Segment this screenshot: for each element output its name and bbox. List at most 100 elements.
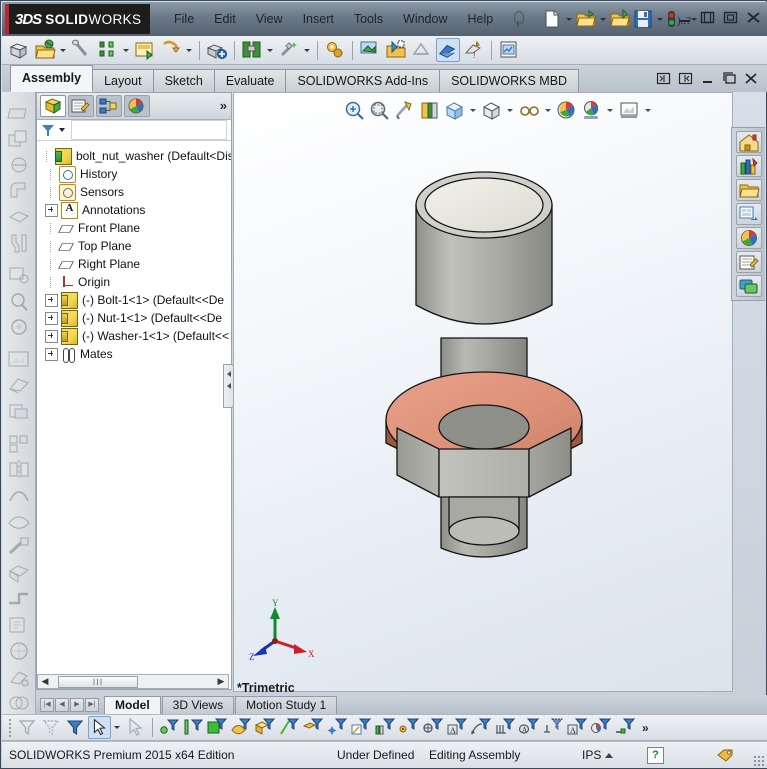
document-restore-left-button[interactable] (655, 71, 672, 86)
zoom-to-area-icon[interactable] (368, 99, 391, 122)
tag-icon[interactable] (716, 747, 735, 763)
hide-show-items-dropdown-icon[interactable] (543, 99, 553, 122)
new-document-dropdown-icon[interactable] (564, 8, 574, 30)
filter-midpoints-icon[interactable] (398, 716, 421, 739)
mold-tool-icon[interactable] (6, 561, 32, 586)
reference-geometry-icon[interactable] (240, 38, 264, 62)
feature-manager-design-tree-tab[interactable] (40, 95, 66, 117)
open-document-dropdown-icon[interactable] (598, 8, 608, 30)
bottom-tab-model[interactable]: Model (104, 695, 161, 714)
filter-edges-icon[interactable] (182, 716, 205, 739)
save-icon[interactable] (632, 8, 654, 30)
filter-centerlines-icon[interactable]: A (446, 716, 469, 739)
filter-notes-icon[interactable]: A (566, 716, 589, 739)
surface-tool-icon[interactable] (6, 509, 32, 534)
open-recent-icon[interactable] (609, 8, 631, 30)
menu-help[interactable]: Help (458, 8, 504, 30)
menu-file[interactable]: File (164, 8, 204, 30)
filter-weld-symbols-icon[interactable]: A (518, 716, 541, 739)
configuration-manager-tab[interactable] (96, 95, 122, 117)
previous-tab-button[interactable]: ◀ (55, 697, 69, 712)
tab-solidworks-add-ins[interactable]: SOLIDWORKS Add-Ins (285, 69, 441, 92)
filter-planes-icon[interactable] (302, 716, 325, 739)
document-maximize-button[interactable] (721, 71, 738, 86)
view-orientation-icon[interactable] (443, 99, 466, 122)
zoom-tool-icon[interactable] (6, 289, 32, 314)
clear-all-filters-icon[interactable] (40, 716, 63, 739)
file-explorer-icon[interactable] (735, 179, 762, 201)
toolbar-grip[interactable] (8, 717, 12, 738)
expand-panel-chevron-icon[interactable]: » (220, 98, 227, 113)
apply-scene-dropdown-icon[interactable] (605, 99, 615, 122)
document-restore-right-button[interactable] (677, 71, 694, 86)
feature-manager-filter-input[interactable] (71, 120, 227, 140)
save-dropdown-icon[interactable] (655, 8, 665, 30)
tree-item-bolt[interactable]: (-) Bolt-1<1> (Default<<De (41, 291, 231, 309)
tree-item-right-plane[interactable]: Right Plane (41, 255, 231, 273)
filter-solid-bodies-icon[interactable] (254, 716, 277, 739)
clearance-verification-icon[interactable] (410, 38, 434, 62)
measure-tool-icon[interactable] (6, 263, 32, 288)
insert-components-icon[interactable] (7, 38, 31, 62)
selection-filter-overflow-chevron-icon[interactable]: » (642, 721, 649, 735)
curve-tool-icon[interactable] (6, 483, 32, 508)
move-component-icon[interactable] (133, 38, 157, 62)
explode-line-sketch-icon[interactable] (384, 38, 408, 62)
filter-sketch-segments-icon[interactable] (374, 716, 397, 739)
show-hidden-components-dropdown-icon[interactable] (184, 38, 195, 62)
pushpin-icon[interactable] (507, 9, 529, 29)
show-hidden-components-icon[interactable] (159, 38, 183, 62)
scrollbar-thumb[interactable]: III (58, 675, 138, 688)
tree-expand-button[interactable] (45, 329, 58, 343)
tab-solidworks-mbd[interactable]: SOLIDWORKS MBD (439, 69, 580, 92)
tree-expand-button[interactable] (45, 311, 58, 325)
tree-item-history[interactable]: History (41, 165, 231, 183)
filter-dimensions-icon[interactable] (470, 716, 493, 739)
display-style-icon[interactable] (480, 99, 503, 122)
menu-window[interactable]: Window (393, 8, 457, 30)
filter-sketches-icon[interactable] (350, 716, 373, 739)
sheet-metal-tool-icon[interactable] (6, 587, 32, 612)
toggle-selection-filter-toolbar-icon[interactable] (64, 716, 87, 739)
edit-component-icon[interactable] (33, 38, 57, 62)
exploded-view-icon[interactable] (358, 38, 382, 62)
performance-evaluation-icon[interactable] (497, 38, 521, 62)
hide-show-items-icon[interactable] (518, 99, 541, 122)
filter-balloons-icon[interactable] (590, 716, 613, 739)
new-motion-study-icon[interactable] (277, 38, 301, 62)
restore-window-button[interactable] (698, 9, 717, 26)
filter-sketch-points-icon[interactable] (326, 716, 349, 739)
intersect-tool-icon[interactable] (6, 691, 32, 716)
design-tree-horizontal-scrollbar[interactable]: ◀ III ▶ (37, 674, 229, 689)
smart-fasteners-dropdown-icon[interactable] (121, 38, 132, 62)
edit-component-dropdown-icon[interactable] (58, 38, 69, 62)
appearances-scenes-decals-icon[interactable] (735, 227, 762, 249)
tree-item-sensors[interactable]: Sensors (41, 183, 231, 201)
tree-item-annotations[interactable]: Annotations (41, 201, 231, 219)
tree-expand-button[interactable] (45, 293, 58, 307)
select-other-icon[interactable] (124, 716, 147, 739)
rib-tool-icon[interactable] (6, 231, 32, 256)
new-motion-study-dropdown-icon[interactable] (302, 38, 313, 62)
bottom-tab-motion-study-1[interactable]: Motion Study 1 (235, 695, 338, 714)
sphere-tool-icon[interactable] (6, 153, 32, 178)
scroll-right-arrow[interactable]: ▶ (214, 675, 228, 688)
document-close-button[interactable] (743, 71, 760, 86)
tab-sketch[interactable]: Sketch (152, 69, 215, 92)
weldment-tool-icon[interactable] (6, 535, 32, 560)
tree-item-origin[interactable]: Origin (41, 273, 231, 291)
resize-grip-icon[interactable] (753, 755, 764, 766)
filter-geometric-tolerances-icon[interactable] (614, 716, 637, 739)
tab-evaluate[interactable]: Evaluate (213, 69, 287, 92)
last-tab-button[interactable]: ▶| (85, 697, 99, 712)
filter-vertices-icon[interactable] (158, 716, 181, 739)
fillet-tool-icon[interactable] (6, 179, 32, 204)
tree-item-mates[interactable]: Mates (41, 345, 231, 363)
display-style-dropdown-icon[interactable] (505, 99, 515, 122)
tree-expand-button[interactable] (45, 347, 58, 361)
solidworks-forum-icon[interactable] (735, 275, 762, 297)
filter-surface-finish-icon[interactable] (494, 716, 517, 739)
next-tab-button[interactable]: ▶ (70, 697, 84, 712)
zoom-to-fit-icon[interactable] (343, 99, 366, 122)
filter-center-marks-icon[interactable] (422, 716, 445, 739)
